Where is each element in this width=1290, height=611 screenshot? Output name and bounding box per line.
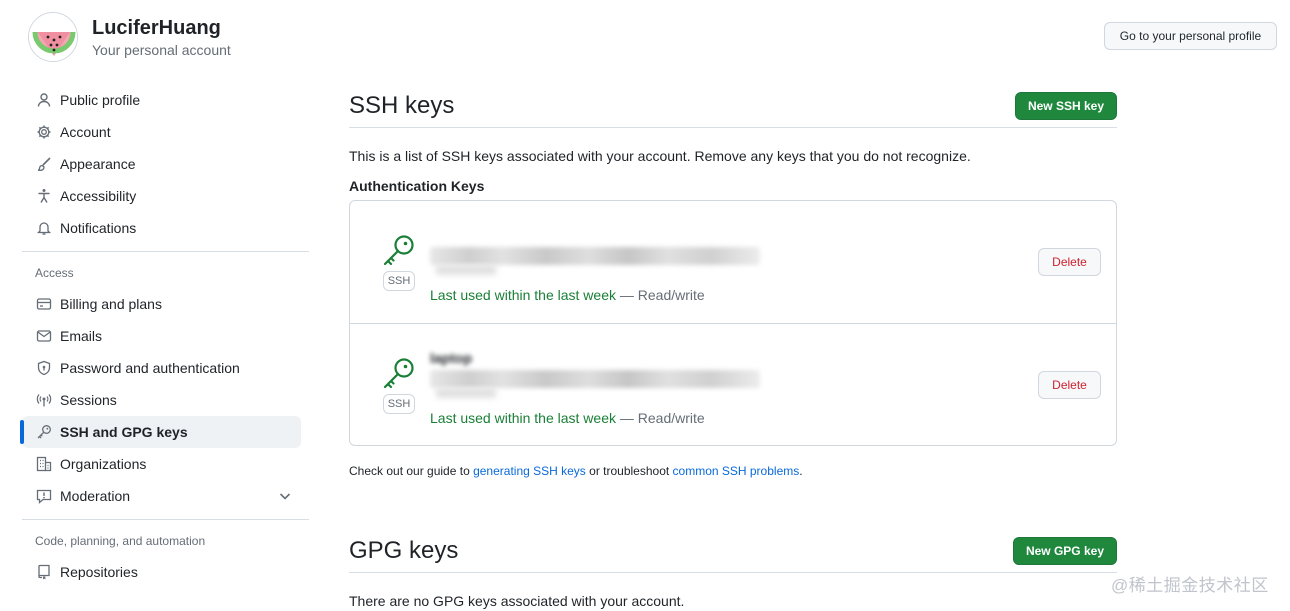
sidebar-item-sessions[interactable]: Sessions (22, 384, 301, 416)
ssh-key-fingerprint-redacted (430, 370, 760, 388)
gpg-keys-header: GPG keys New GPG key (349, 529, 1117, 573)
sidebar-item-password-auth[interactable]: Password and authentication (22, 352, 301, 384)
ssh-description: This is a list of SSH keys associated wi… (349, 148, 971, 164)
sidebar-section-access: Access (35, 266, 74, 280)
sidebar-item-label: Sessions (60, 392, 117, 408)
sidebar-item-label: Billing and plans (60, 296, 162, 312)
sidebar-item-label: Repositories (60, 564, 138, 580)
sidebar-divider (22, 251, 309, 252)
authentication-keys-heading: Authentication Keys (349, 178, 485, 194)
delete-key-button[interactable]: Delete (1038, 248, 1101, 276)
sidebar-item-label: Account (60, 124, 111, 140)
ssh-keys-title: SSH keys (349, 91, 455, 119)
sidebar-item-label: Public profile (60, 92, 141, 108)
new-ssh-key-button[interactable]: New SSH key (1014, 91, 1117, 120)
ssh-key-last-used: Last used within the last week — Read/wr… (430, 287, 705, 303)
key-icon (383, 235, 414, 266)
organization-icon (36, 456, 52, 472)
ssh-badge: SSH (383, 394, 415, 414)
ssh-key-row: SSH laptop Last used within the last wee… (350, 323, 1116, 445)
access-text: — Read/write (619, 287, 705, 303)
gear-icon (36, 124, 52, 140)
sidebar-section-code-planning: Code, planning, and automation (35, 534, 206, 548)
credit-card-icon (36, 296, 52, 312)
sidebar-item-label: Organizations (60, 456, 147, 472)
ssh-key-last-used: Last used within the last week — Read/wr… (430, 410, 705, 426)
last-used-text: Last used within the last week (430, 410, 616, 426)
delete-key-button[interactable]: Delete (1038, 371, 1101, 399)
settings-sidebar: Public profile Account Appearance Access… (20, 84, 309, 588)
chevron-down-icon[interactable] (277, 488, 293, 507)
paintbrush-icon (36, 156, 52, 172)
ssh-key-fingerprint-redacted (430, 247, 760, 265)
sidebar-item-repositories[interactable]: Repositories (22, 556, 301, 588)
ssh-key-title: laptop (430, 350, 472, 366)
shield-lock-icon (36, 360, 52, 376)
ssh-key-added-redacted (436, 265, 496, 275)
mail-icon (36, 328, 52, 344)
gpg-keys-title: GPG keys (349, 536, 459, 564)
report-icon (36, 488, 52, 504)
sidebar-item-label: Emails (60, 328, 103, 344)
ssh-keys-header: SSH keys New SSH key (349, 84, 1117, 128)
key-icon (383, 358, 414, 389)
ssh-guide-text: Check out our guide to generating SSH ke… (349, 464, 1117, 478)
sidebar-item-account[interactable]: Account (22, 116, 301, 148)
accessibility-icon (36, 188, 52, 204)
last-used-text: Last used within the last week (430, 287, 616, 303)
watermark: @稀土掘金技术社区 (1111, 576, 1269, 595)
account-subtitle: Your personal account (92, 42, 231, 58)
sidebar-item-ssh-gpg-keys[interactable]: SSH and GPG keys (20, 416, 301, 448)
sidebar-item-organizations[interactable]: Organizations (22, 448, 301, 480)
sidebar-item-label: Moderation (60, 488, 131, 504)
sidebar-item-label: Notifications (60, 220, 137, 236)
watermelon-avatar-icon (29, 13, 77, 61)
gpg-empty-text: There are no GPG keys associated with yo… (349, 593, 685, 609)
ssh-key-row: SSH Last used within the last week — Rea… (350, 201, 1116, 323)
sidebar-item-public-profile[interactable]: Public profile (22, 84, 301, 116)
guide-suffix: . (799, 464, 803, 478)
account-header: LuciferHuang Your personal account (28, 12, 231, 62)
guide-prefix: Check out our guide to (349, 464, 474, 478)
sidebar-item-moderation[interactable]: Moderation (22, 480, 301, 512)
avatar[interactable] (28, 12, 78, 62)
repo-icon (36, 564, 52, 580)
sidebar-divider (22, 519, 309, 520)
ssh-badge: SSH (383, 271, 415, 291)
sidebar-item-accessibility[interactable]: Accessibility (22, 180, 301, 212)
sidebar-item-label: Accessibility (60, 188, 137, 204)
access-text: — Read/write (619, 410, 705, 426)
new-gpg-key-button[interactable]: New GPG key (1012, 536, 1117, 565)
sidebar-item-emails[interactable]: Emails (22, 320, 301, 352)
key-icon (36, 424, 52, 440)
broadcast-icon (36, 392, 52, 408)
generating-ssh-keys-link[interactable]: generating SSH keys (473, 464, 586, 478)
sidebar-item-label: Password and authentication (60, 360, 240, 376)
bell-icon (36, 220, 52, 236)
sidebar-item-notifications[interactable]: Notifications (22, 212, 301, 244)
sidebar-item-billing[interactable]: Billing and plans (22, 288, 301, 320)
sidebar-item-label: Appearance (60, 156, 136, 172)
go-to-profile-button[interactable]: Go to your personal profile (1104, 22, 1277, 50)
sidebar-item-appearance[interactable]: Appearance (22, 148, 301, 180)
common-ssh-problems-link[interactable]: common SSH problems (673, 464, 800, 478)
person-icon (36, 92, 52, 108)
ssh-key-list: SSH Last used within the last week — Rea… (349, 200, 1117, 446)
ssh-key-added-redacted (436, 388, 496, 398)
main-content: SSH keys New SSH key This is a list of S… (349, 84, 1117, 609)
guide-middle: or troubleshoot (585, 464, 673, 478)
account-name[interactable]: LuciferHuang (92, 15, 231, 41)
sidebar-item-label: SSH and GPG keys (60, 424, 188, 440)
